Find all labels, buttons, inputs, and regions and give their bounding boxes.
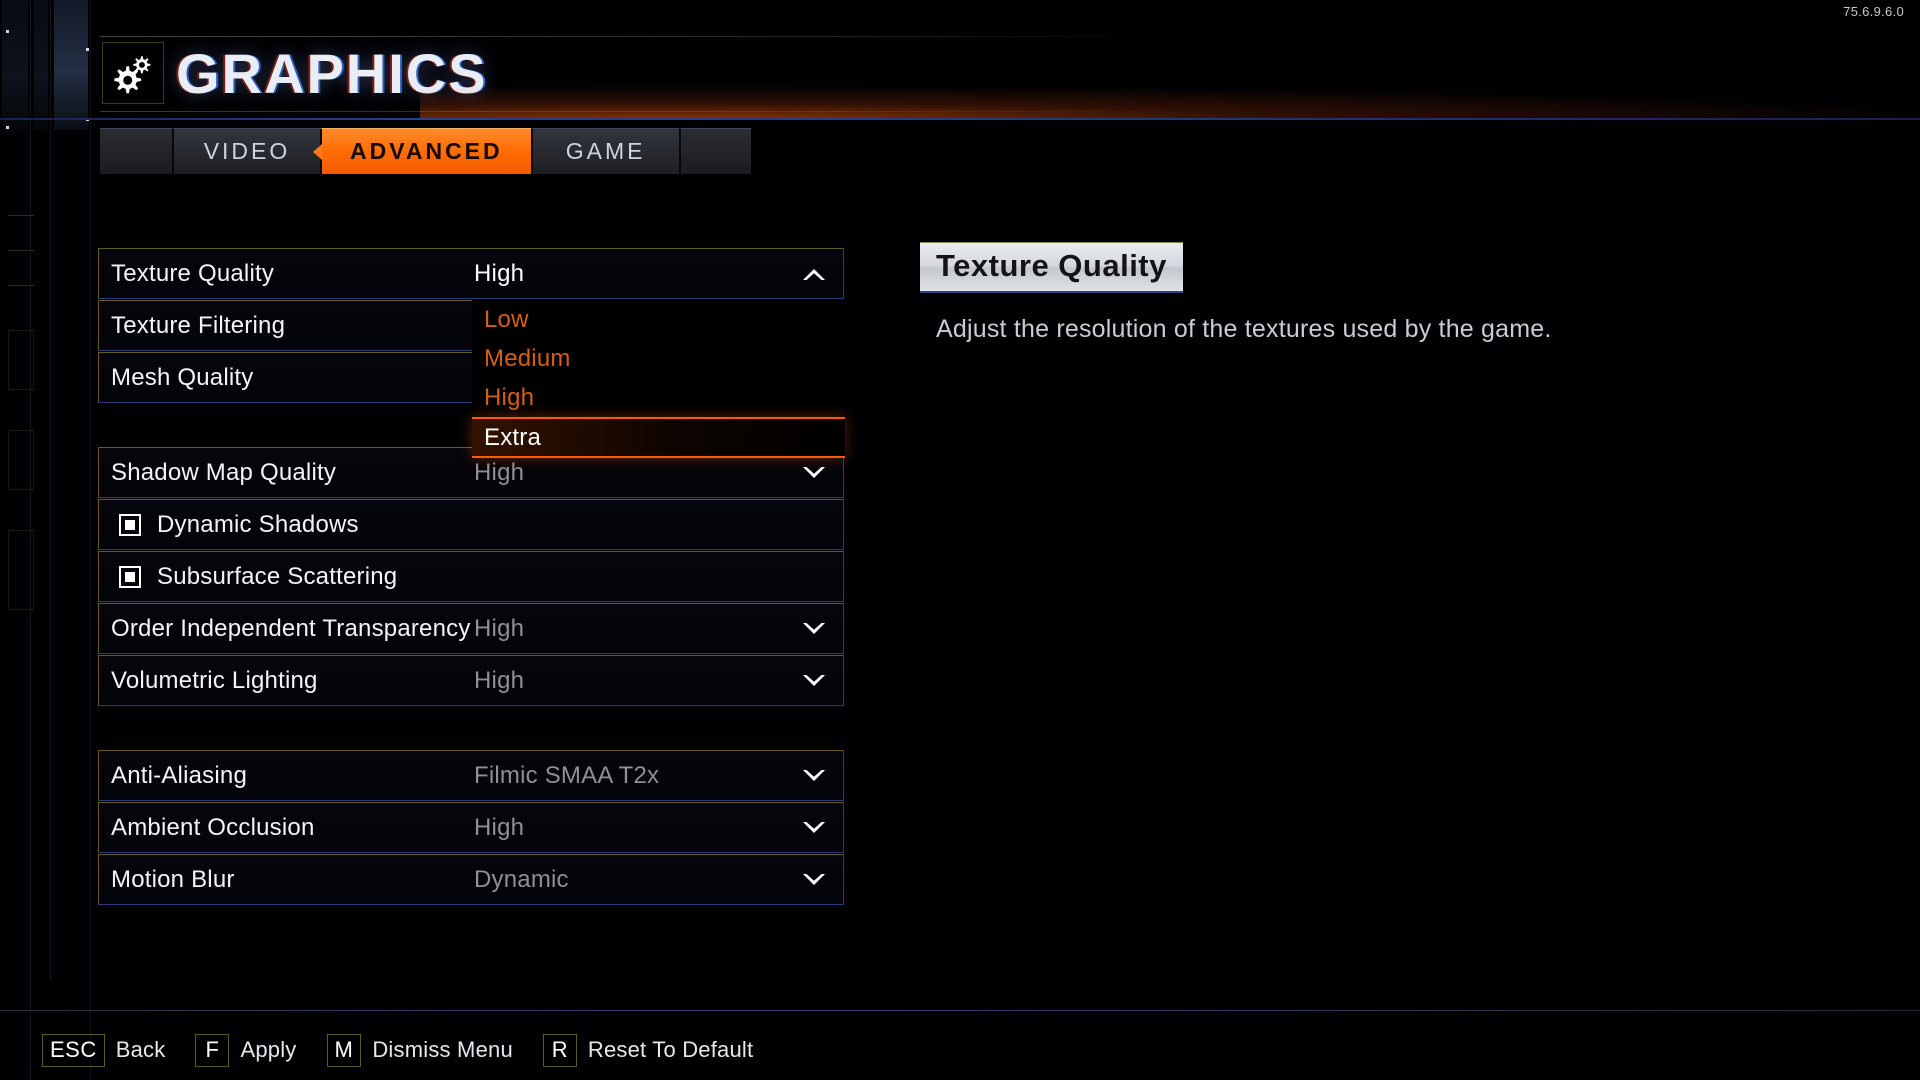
- dropdown-option-medium[interactable]: Medium: [472, 339, 845, 378]
- header-divider: [0, 118, 1920, 120]
- setting-label: Anti-Aliasing: [111, 761, 247, 789]
- setting-value: High: [474, 458, 525, 486]
- setting-value: High: [474, 614, 525, 642]
- dropdown-option-label: Extra: [484, 423, 542, 451]
- setting-row-motion-blur[interactable]: Motion Blur Dynamic: [98, 854, 844, 905]
- dropdown-option-label: Medium: [484, 344, 571, 372]
- setting-value: Filmic SMAA T2x: [474, 761, 660, 789]
- tab-game-label: GAME: [565, 138, 646, 164]
- key-esc: ESC: [42, 1033, 105, 1067]
- tabbar-cap-left: [100, 128, 172, 174]
- setting-label: Shadow Map Quality: [111, 458, 337, 486]
- chevron-down-icon[interactable]: [801, 465, 827, 481]
- chevron-down-icon[interactable]: [801, 768, 827, 784]
- settings-group-shadows: Shadow Map Quality High Dynamic Shadows …: [98, 447, 844, 706]
- setting-label: Texture Quality: [111, 259, 275, 287]
- setting-label: Motion Blur: [111, 865, 235, 893]
- setting-label: Ambient Occlusion: [111, 813, 315, 841]
- tab-video[interactable]: VIDEO: [172, 128, 320, 174]
- setting-row-anti-aliasing[interactable]: Anti-Aliasing Filmic SMAA T2x: [98, 750, 844, 801]
- setting-row-dynamic-shadows[interactable]: Dynamic Shadows: [98, 499, 844, 550]
- page-header: GRAPHICS: [100, 36, 1920, 114]
- key-r: R: [542, 1033, 577, 1067]
- setting-label: Volumetric Lighting: [111, 666, 318, 694]
- settings-group-texture: Texture Quality High Low Medium High Ext…: [98, 248, 845, 458]
- gears-icon: [102, 42, 164, 104]
- left-edge-decoration: [0, 0, 100, 1080]
- setting-label: Order Independent Transparency: [111, 614, 471, 642]
- chevron-down-icon[interactable]: [801, 872, 827, 888]
- hint-back[interactable]: ESC Back: [42, 1033, 166, 1067]
- checkbox-subsurface-scattering[interactable]: [119, 565, 141, 588]
- setting-label: Texture Filtering: [111, 311, 286, 339]
- dropdown-option-extra[interactable]: Extra: [472, 417, 845, 458]
- setting-label: Subsurface Scattering: [157, 562, 398, 590]
- hint-apply[interactable]: F Apply: [195, 1033, 297, 1067]
- hint-apply-label: Apply: [240, 1037, 297, 1062]
- setting-value: Dynamic: [474, 865, 569, 893]
- dropdown-option-low[interactable]: Low: [472, 300, 845, 339]
- tab-video-label: VIDEO: [203, 138, 291, 164]
- setting-row-volumetric-lighting[interactable]: Volumetric Lighting High: [98, 655, 844, 706]
- page-title: GRAPHICS: [176, 42, 488, 105]
- key-f: F: [195, 1033, 230, 1067]
- setting-row-texture-quality[interactable]: Texture Quality High Low Medium High Ext…: [98, 248, 845, 458]
- setting-value: High: [474, 666, 525, 694]
- hint-reset-to-default[interactable]: R Reset To Default: [542, 1033, 754, 1067]
- chevron-down-icon[interactable]: [801, 820, 827, 836]
- settings-list: Texture Quality High Low Medium High Ext…: [98, 248, 845, 905]
- bottom-hint-bar: ESC Back F Apply M Dismiss Menu R Reset …: [42, 1030, 783, 1070]
- hint-dismiss-menu-label: Dismiss Menu: [372, 1037, 513, 1062]
- chevron-up-icon[interactable]: [801, 266, 827, 282]
- version-label: 75.6.9.6.0: [1843, 4, 1904, 19]
- settings-group-postfx: Anti-Aliasing Filmic SMAA T2x Ambient Oc…: [98, 750, 844, 905]
- chevron-down-icon[interactable]: [801, 621, 827, 637]
- info-panel-title: Texture Quality: [920, 242, 1183, 293]
- setting-row-order-independent-transparency[interactable]: Order Independent Transparency High: [98, 603, 844, 654]
- hint-back-label: Back: [115, 1037, 166, 1062]
- dropdown-option-label: High: [484, 383, 535, 411]
- dropdown-option-high[interactable]: High: [472, 378, 845, 417]
- graphics-settings-screen: 75.6.9.6.0 GRAPHICS VIDEO ADVANCED GAME …: [0, 0, 1920, 1080]
- tab-game[interactable]: GAME: [530, 128, 679, 174]
- setting-label: Mesh Quality: [111, 363, 254, 391]
- key-m: M: [326, 1033, 362, 1067]
- dropdown-texture-quality[interactable]: Low Medium High Extra: [472, 300, 845, 458]
- chevron-down-icon[interactable]: [801, 673, 827, 689]
- hint-dismiss-menu[interactable]: M Dismiss Menu: [326, 1033, 513, 1067]
- info-panel-description: Adjust the resolution of the textures us…: [936, 315, 1552, 343]
- tab-advanced[interactable]: ADVANCED: [320, 128, 531, 174]
- settings-tabbar: VIDEO ADVANCED GAME: [100, 128, 751, 174]
- setting-value: High: [474, 813, 525, 841]
- checkbox-dynamic-shadows[interactable]: [119, 513, 141, 536]
- setting-value: High: [474, 259, 525, 287]
- setting-row-ambient-occlusion[interactable]: Ambient Occlusion High: [98, 802, 844, 853]
- setting-row-subsurface-scattering[interactable]: Subsurface Scattering: [98, 551, 844, 602]
- bottom-divider: [0, 1010, 1920, 1011]
- info-panel: Texture Quality Adjust the resolution of…: [920, 242, 1820, 344]
- dropdown-option-label: Low: [484, 305, 529, 333]
- hint-reset-to-default-label: Reset To Default: [587, 1037, 754, 1062]
- tab-advanced-label: ADVANCED: [350, 138, 503, 164]
- tabbar-cap-right: [678, 128, 751, 174]
